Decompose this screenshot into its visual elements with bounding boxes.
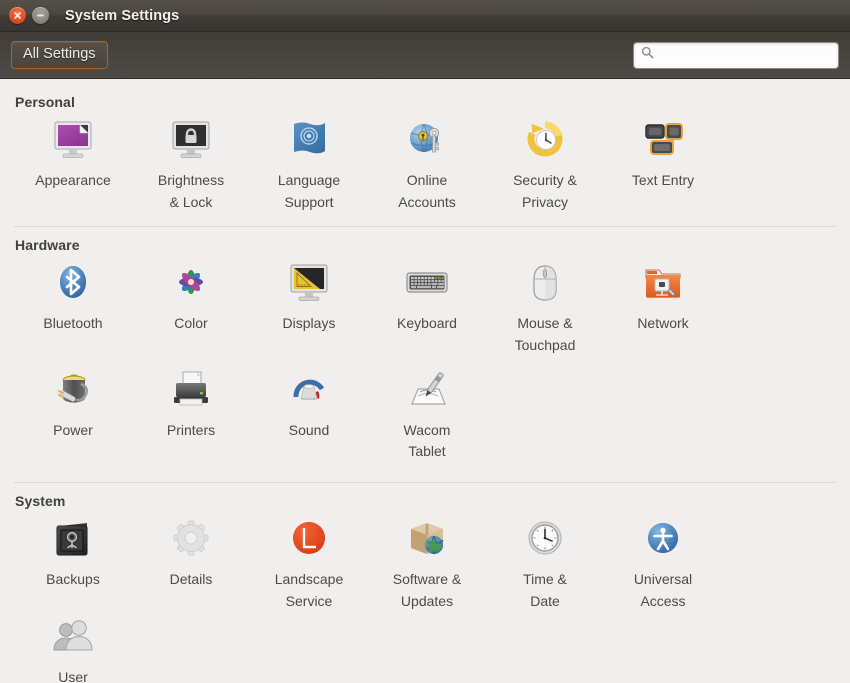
- online-accounts-icon: [401, 118, 453, 166]
- section-title-personal: Personal: [15, 94, 75, 110]
- settings-tile-displays[interactable]: Displays: [250, 259, 368, 356]
- settings-tile-label: Software & Updates: [392, 571, 462, 609]
- settings-tile-label: Online Accounts: [398, 172, 456, 210]
- section-system: System Backups Details Landscape Service…: [14, 482, 836, 683]
- appearance-icon: [47, 118, 99, 166]
- system-settings-window: System Settings All Settings Personal Ap…: [0, 0, 850, 683]
- settings-tile-keyboard[interactable]: Keyboard: [368, 259, 486, 356]
- settings-tile-label: Network: [637, 315, 689, 332]
- backups-icon: [47, 517, 99, 565]
- settings-tile-label: Printers: [166, 421, 216, 438]
- settings-tile-language-support[interactable]: Language Support: [250, 116, 368, 213]
- universal-access-icon: [637, 517, 689, 565]
- section-hardware: Hardware Bluetooth Color Displays Keyboa…: [14, 226, 836, 472]
- settings-grid-personal: Appearance Brightness & Lock Language Su…: [14, 116, 836, 213]
- window-title: System Settings: [65, 7, 180, 24]
- settings-tile-software-updates[interactable]: Software & Updates: [368, 515, 486, 612]
- settings-content: Personal Appearance Brightness & Lock La…: [0, 79, 850, 683]
- settings-tile-label: Time & Date: [523, 571, 567, 609]
- power-icon: [47, 368, 99, 416]
- security-privacy-icon: [519, 118, 571, 166]
- settings-tile-label: Language Support: [277, 172, 341, 210]
- network-icon: [637, 261, 689, 309]
- close-icon[interactable]: [9, 7, 26, 24]
- window-toolbar: All Settings: [0, 32, 850, 79]
- settings-tile-label: Security & Privacy: [513, 172, 577, 210]
- settings-tile-network[interactable]: Network: [604, 259, 722, 356]
- settings-tile-label: Keyboard: [397, 315, 457, 332]
- text-entry-icon: [637, 118, 689, 166]
- user-accounts-icon: [47, 615, 99, 663]
- printers-icon: [165, 368, 217, 416]
- settings-tile-label: Mouse & Touchpad: [514, 315, 576, 354]
- settings-tile-appearance[interactable]: Appearance: [14, 116, 132, 213]
- all-settings-button[interactable]: All Settings: [11, 41, 108, 69]
- settings-tile-printers[interactable]: Printers: [132, 366, 250, 463]
- settings-grid-system: Backups Details Landscape Service Softwa…: [14, 515, 836, 683]
- settings-tile-label: Power: [53, 421, 93, 438]
- window-titlebar: System Settings: [0, 0, 850, 32]
- settings-tile-label: Color: [174, 315, 208, 332]
- color-icon: [165, 261, 217, 309]
- sound-icon: [283, 368, 335, 416]
- wacom-tablet-icon: [401, 368, 453, 416]
- settings-tile-label: Backups: [46, 571, 100, 588]
- settings-tile-label: Universal Access: [633, 571, 693, 609]
- settings-tile-time-date[interactable]: Time & Date: [486, 515, 604, 612]
- time-date-icon: [519, 517, 571, 565]
- search-icon: [641, 46, 654, 64]
- settings-tile-bluetooth[interactable]: Bluetooth: [14, 259, 132, 356]
- bluetooth-icon: [47, 261, 99, 309]
- settings-tile-power[interactable]: Power: [14, 366, 132, 463]
- settings-tile-label: Details: [169, 571, 213, 588]
- settings-tile-details[interactable]: Details: [132, 515, 250, 612]
- settings-tile-brightness-lock[interactable]: Brightness & Lock: [132, 116, 250, 213]
- settings-tile-color[interactable]: Color: [132, 259, 250, 356]
- displays-icon: [283, 261, 335, 309]
- settings-tile-online-accounts[interactable]: Online Accounts: [368, 116, 486, 213]
- settings-tile-mouse-touchpad[interactable]: Mouse & Touchpad: [486, 259, 604, 356]
- settings-tile-label: Sound: [288, 421, 330, 438]
- settings-tile-backups[interactable]: Backups: [14, 515, 132, 612]
- settings-tile-label: Wacom Tablet: [403, 421, 451, 460]
- section-personal: Personal Appearance Brightness & Lock La…: [14, 79, 836, 213]
- settings-tile-label: Displays: [282, 315, 336, 332]
- settings-tile-label: Bluetooth: [43, 315, 103, 332]
- settings-tile-security-privacy[interactable]: Security & Privacy: [486, 116, 604, 213]
- settings-tile-wacom-tablet[interactable]: Wacom Tablet: [368, 366, 486, 463]
- brightness-lock-icon: [165, 118, 217, 166]
- software-updates-icon: [401, 517, 453, 565]
- section-title-hardware: Hardware: [15, 237, 80, 254]
- landscape-service-icon: [283, 517, 335, 565]
- details-icon: [165, 517, 217, 565]
- settings-tile-landscape-service[interactable]: Landscape Service: [250, 515, 368, 612]
- settings-tile-text-entry[interactable]: Text Entry: [604, 116, 722, 213]
- settings-grid-hardware: Bluetooth Color Displays Keyboard Mouse …: [14, 259, 836, 472]
- settings-tile-universal-access[interactable]: Universal Access: [604, 515, 722, 612]
- minimize-icon[interactable]: [32, 7, 49, 24]
- language-support-icon: [283, 118, 335, 166]
- search-input[interactable]: [660, 46, 831, 64]
- settings-tile-label: Appearance: [35, 172, 111, 188]
- search-box[interactable]: [633, 41, 839, 69]
- settings-tile-label: Landscape Service: [274, 571, 344, 609]
- settings-tile-user-accounts[interactable]: User Accounts: [14, 613, 132, 683]
- settings-tile-label: Brightness & Lock: [157, 172, 225, 210]
- settings-tile-sound[interactable]: Sound: [250, 366, 368, 463]
- section-title-system: System: [15, 493, 66, 510]
- mouse-touchpad-icon: [519, 261, 571, 309]
- settings-tile-label: User Accounts: [58, 668, 88, 683]
- settings-tile-label: Text Entry: [631, 172, 695, 188]
- keyboard-icon: [401, 261, 453, 309]
